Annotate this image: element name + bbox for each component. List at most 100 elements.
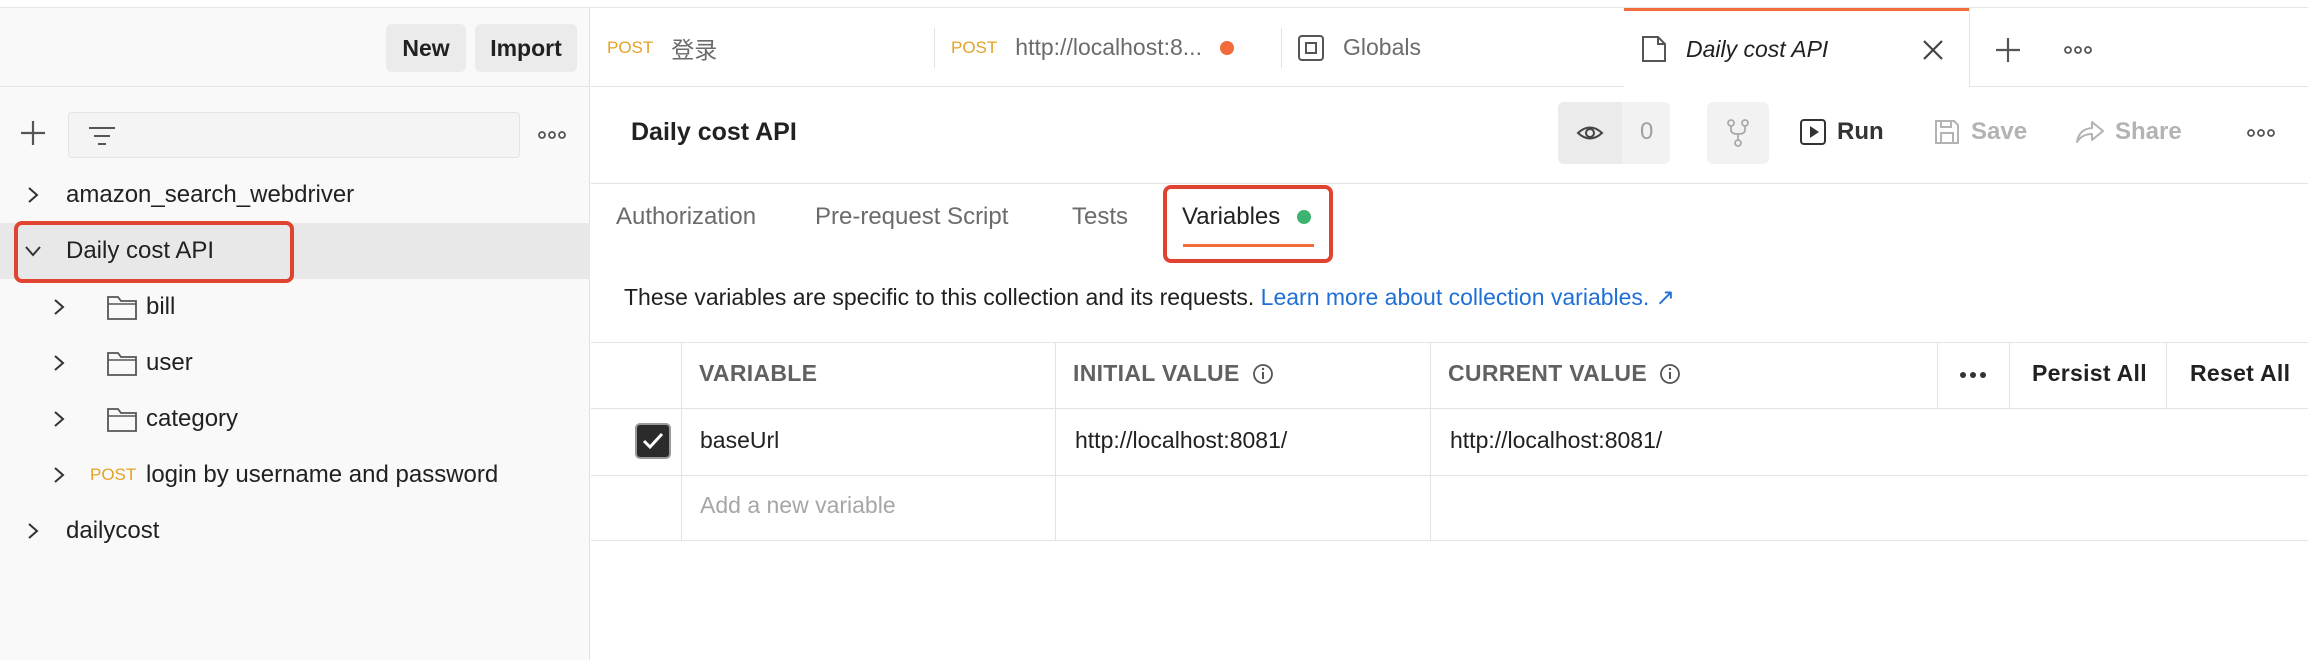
tabs-more-icon[interactable]: [2064, 45, 2092, 55]
variable-name-cell[interactable]: baseUrl: [700, 427, 779, 454]
tree-item-user[interactable]: user: [0, 335, 590, 391]
window-top-strip: [0, 0, 2308, 8]
method-badge: POST: [951, 37, 998, 57]
fork-icon: [1727, 119, 1749, 147]
tree-item-label: dailycost: [66, 517, 160, 544]
chevron-right-icon: [54, 411, 65, 427]
unsaved-dot-icon: [1219, 40, 1234, 55]
variables-table: VARIABLE INITIAL VALUE CURRENT VALUE Per…: [591, 342, 2308, 542]
tab-divider: [934, 28, 935, 68]
tree-item-category[interactable]: category: [0, 391, 590, 447]
watch-toggle[interactable]: [1558, 102, 1622, 164]
tab-daily-cost-api[interactable]: Daily cost API: [1624, 8, 1969, 87]
tree-item-label: user: [146, 349, 193, 376]
tab-label: http://localhost:8...: [1015, 34, 1202, 60]
sidebar: New Import amazon_search_webdriver Daily…: [0, 8, 590, 660]
highlight-box-collection: [14, 221, 294, 283]
column-divider: [2166, 342, 2167, 408]
page-title: Daily cost API: [631, 118, 797, 146]
tree-item-label: login by username and password: [146, 461, 499, 488]
filter-icon: [89, 127, 115, 145]
tab-localhost-request[interactable]: POST http://localhost:8...: [951, 8, 1281, 87]
tab-label: Globals: [1343, 34, 1421, 60]
info-icon[interactable]: [1659, 363, 1681, 385]
tab-tests[interactable]: Tests: [1072, 203, 1128, 231]
watch-button[interactable]: 0: [1558, 102, 1670, 164]
current-value-cell[interactable]: http://localhost:8081/: [1450, 427, 1662, 454]
method-badge: POST: [90, 465, 137, 484]
initial-value-cell[interactable]: http://localhost:8081/: [1075, 427, 1287, 454]
chevron-right-icon: [54, 467, 65, 483]
share-label: Share: [2115, 118, 2182, 145]
close-icon[interactable]: [1920, 37, 1946, 63]
sidebar-header: New Import: [0, 8, 590, 87]
tab-authorization[interactable]: Authorization: [616, 203, 756, 231]
table-border: [591, 540, 2308, 541]
tree-item-label: category: [146, 405, 239, 432]
save-label: Save: [1971, 118, 2028, 145]
highlight-box-variables: [1163, 185, 1333, 263]
add-collection-icon[interactable]: [18, 118, 48, 148]
variables-description: These variables are specific to this col…: [624, 284, 1675, 311]
column-header-label: INITIAL VALUE: [1073, 360, 1240, 386]
new-button[interactable]: New: [386, 24, 466, 72]
table-border: [591, 475, 2308, 476]
chevron-right-icon: [28, 187, 39, 203]
folder-icon: [107, 408, 137, 432]
folder-icon: [107, 352, 137, 376]
run-label: Run: [1837, 118, 1884, 145]
save-button[interactable]: Save: [1933, 118, 2027, 146]
tab-label: Daily cost API: [1686, 35, 1829, 62]
tab-divider: [1969, 8, 1970, 87]
tree-item-label: amazon_search_webdriver: [66, 181, 355, 208]
tab-login[interactable]: POST 登录: [607, 8, 947, 87]
info-icon[interactable]: [1252, 363, 1274, 385]
collection-header: Daily cost API 0 Run Save Share: [591, 88, 2308, 184]
column-divider: [2009, 342, 2010, 408]
chevron-right-icon: [54, 299, 65, 315]
tab-bar: POST 登录 POST http://localhost:8... Globa…: [591, 8, 2308, 87]
run-icon: [1800, 119, 1826, 145]
column-header-initial-value: INITIAL VALUE: [1073, 360, 1274, 387]
tab-globals[interactable]: Globals: [1297, 8, 1597, 87]
table-more-icon[interactable]: [1959, 370, 1987, 380]
tree-item-login-request[interactable]: POST login by username and password: [0, 447, 590, 503]
table-border: [591, 408, 2308, 409]
filter-input[interactable]: [68, 112, 520, 158]
tree-item-amazon-search-webdriver[interactable]: amazon_search_webdriver: [0, 167, 590, 223]
description-text: These variables are specific to this col…: [624, 284, 1255, 310]
table-border: [591, 342, 2308, 343]
save-icon: [1935, 120, 1959, 144]
globals-icon: [1298, 34, 1324, 61]
eye-icon: [1576, 126, 1604, 140]
sidebar-toolbar: [0, 88, 590, 168]
new-tab-plus-icon[interactable]: [1994, 36, 2022, 64]
folder-icon: [107, 296, 137, 320]
learn-more-link[interactable]: Learn more about collection variables. ↗: [1261, 284, 1675, 310]
column-divider: [1937, 342, 1938, 408]
fork-button[interactable]: [1707, 102, 1769, 164]
share-button[interactable]: Share: [2075, 118, 2182, 146]
tree-item-bill[interactable]: bill: [0, 279, 590, 335]
import-button[interactable]: Import: [475, 24, 577, 72]
share-icon: [2076, 121, 2104, 143]
collection-icon: [1642, 36, 1666, 62]
sidebar-more-icon[interactable]: [538, 130, 566, 140]
column-header-current-value: CURRENT VALUE: [1448, 360, 1681, 387]
chevron-right-icon: [54, 355, 65, 371]
column-divider: [1055, 342, 1056, 540]
column-divider: [1430, 342, 1431, 540]
tree-item-label: bill: [146, 293, 176, 320]
tab-divider: [1281, 28, 1282, 68]
tab-label: 登录: [671, 36, 718, 63]
persist-all-button[interactable]: Persist All: [2032, 360, 2147, 387]
reset-all-button[interactable]: Reset All: [2190, 360, 2290, 387]
column-divider: [681, 342, 682, 540]
add-variable-input[interactable]: Add a new variable: [700, 492, 896, 519]
header-more-icon[interactable]: [2247, 128, 2275, 138]
tree-item-dailycost[interactable]: dailycost: [0, 503, 590, 559]
variable-enabled-checkbox[interactable]: [635, 423, 671, 459]
chevron-right-icon: [28, 523, 39, 539]
run-button[interactable]: Run: [1799, 118, 1884, 146]
tab-pre-request-script[interactable]: Pre-request Script: [815, 203, 1008, 231]
